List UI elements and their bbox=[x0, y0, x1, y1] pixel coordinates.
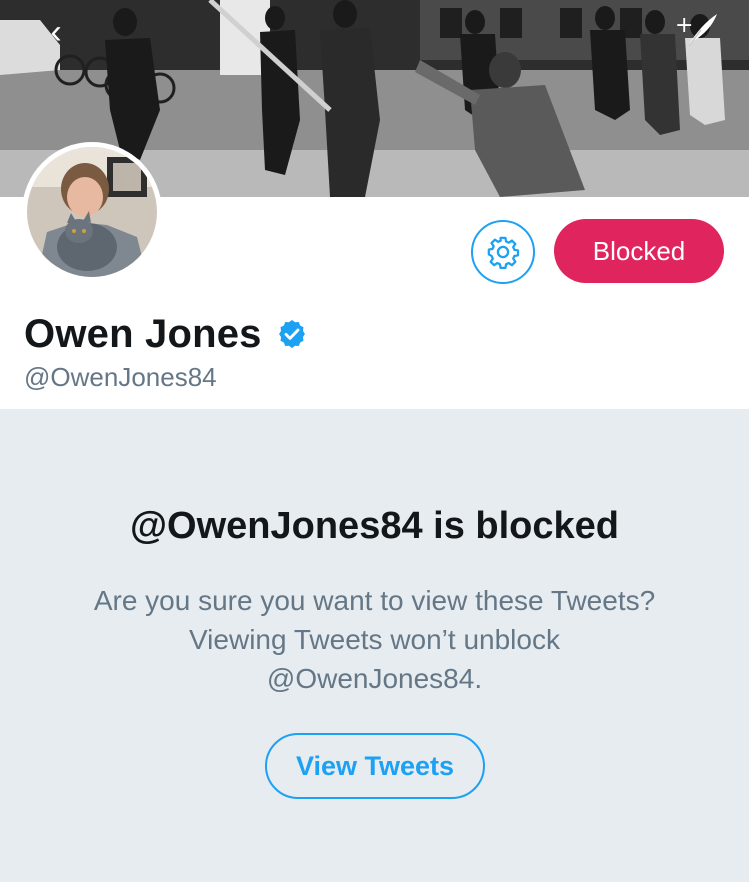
settings-button[interactable] bbox=[471, 220, 535, 284]
gear-icon bbox=[487, 236, 520, 269]
blocked-description-line: Are you sure you want to view these Twee… bbox=[93, 585, 656, 616]
blocked-button[interactable]: Blocked bbox=[554, 219, 724, 283]
profile-handle: @OwenJones84 bbox=[24, 362, 217, 392]
view-tweets-button[interactable]: View Tweets bbox=[265, 733, 485, 799]
compose-tweet-icon[interactable]: + bbox=[673, 10, 721, 50]
display-name: Owen Jones bbox=[24, 311, 262, 356]
avatar[interactable] bbox=[22, 142, 162, 282]
blocked-description-line: @OwenJones84. bbox=[266, 663, 483, 694]
back-icon[interactable]: ‹ bbox=[36, 12, 76, 52]
profile-name-row: Owen Jones bbox=[24, 308, 308, 360]
blocked-description-line: Viewing Tweets won’t unblock bbox=[189, 624, 560, 655]
svg-text:+: + bbox=[675, 13, 693, 38]
avatar-photo bbox=[27, 147, 157, 277]
blocked-panel: @OwenJones84 is blocked Are you sure you… bbox=[0, 409, 749, 882]
blocked-description: Are you sure you want to view these Twee… bbox=[40, 581, 709, 698]
blocked-title: @OwenJones84 is blocked bbox=[129, 505, 619, 547]
verified-badge-icon bbox=[278, 320, 305, 348]
